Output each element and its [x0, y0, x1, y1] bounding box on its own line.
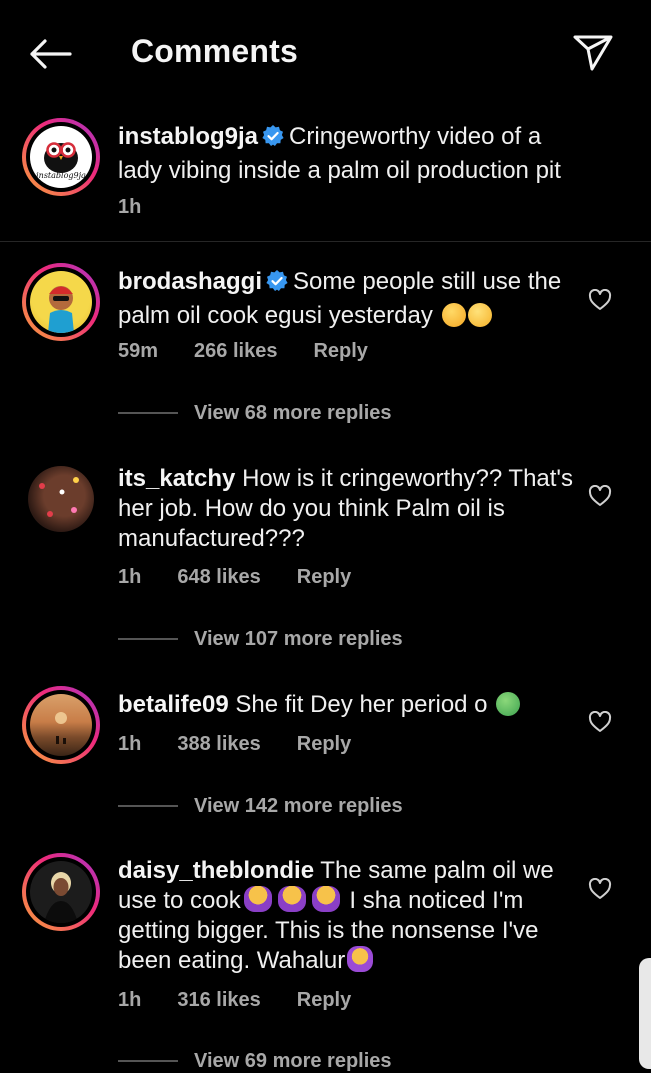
nauseated-face-icon — [496, 692, 521, 716]
woman-facepalming-icon — [243, 886, 272, 912]
avatar-border — [26, 857, 96, 927]
avatar-border — [26, 690, 96, 760]
heart-icon — [588, 711, 612, 732]
sunset-silhouette-icon — [55, 712, 67, 744]
comment-meta: 59m 266 likes Reply — [118, 340, 368, 363]
avatar-betalife09 — [30, 694, 92, 756]
likes-count[interactable]: 388 likes — [177, 733, 260, 756]
comment-text: daisy_theblondie The same palm oil we us… — [118, 856, 576, 976]
view-replies-label: View 107 more replies — [194, 627, 403, 650]
page-title: Comments — [131, 33, 298, 69]
likes-count[interactable]: 648 likes — [177, 566, 260, 589]
avatar-story-ring[interactable] — [22, 686, 100, 764]
heart-icon — [588, 485, 612, 506]
portrait-icon — [44, 872, 78, 923]
view-replies-button[interactable]: View 69 more replies — [118, 1049, 392, 1073]
view-replies-label: View 68 more replies — [194, 401, 392, 424]
username[interactable]: its_katchy — [118, 465, 235, 492]
like-button[interactable] — [586, 286, 614, 314]
timestamp: 59m — [118, 340, 159, 362]
avatar-daisy-theblondie — [30, 861, 92, 923]
woman-frowning-icon — [347, 946, 374, 972]
avatar-border — [26, 267, 96, 337]
tears-of-joy-icon — [467, 303, 492, 327]
avatar-logo-text: instablog9ja — [36, 171, 86, 180]
replies-line — [118, 412, 178, 414]
heart-icon — [588, 878, 612, 899]
reply-button[interactable]: Reply — [297, 566, 351, 589]
reply-button[interactable]: Reply — [313, 340, 367, 363]
avatar-brodashaggi — [30, 271, 92, 333]
like-button[interactable] — [586, 482, 614, 510]
back-button[interactable] — [24, 30, 76, 78]
replies-line — [118, 805, 178, 807]
username[interactable]: betalife09 — [118, 691, 229, 718]
reply-button[interactable]: Reply — [297, 989, 351, 1012]
username[interactable]: instablog9ja — [118, 123, 258, 150]
comment-text: betalife09 She fit Dey her period o — [118, 690, 576, 720]
avatar-story-ring[interactable] — [22, 853, 100, 931]
arrow-left-icon — [30, 39, 72, 69]
comment-meta: 1h 316 likes Reply — [118, 989, 351, 1012]
caption-meta: 1h — [118, 196, 141, 219]
timestamp: 1h — [118, 196, 142, 218]
replies-line — [118, 1060, 178, 1062]
reply-button[interactable]: Reply — [297, 733, 351, 756]
view-replies-button[interactable]: View 142 more replies — [118, 794, 403, 818]
replies-line — [118, 638, 178, 640]
woman-facepalming-icon — [311, 886, 340, 912]
view-replies-label: View 69 more replies — [194, 1049, 392, 1072]
comment-text: brodashaggi Some people still use the pal… — [118, 267, 576, 331]
scrollbar-thumb[interactable] — [639, 958, 651, 1069]
view-replies-button[interactable]: View 107 more replies — [118, 627, 403, 651]
woman-facepalming-icon — [277, 886, 306, 912]
like-button[interactable] — [586, 708, 614, 736]
comment-meta: 1h 388 likes Reply — [118, 733, 351, 756]
share-button[interactable] — [566, 28, 620, 78]
timestamp: 1h — [118, 733, 142, 755]
view-replies-button[interactable]: View 68 more replies — [118, 401, 392, 425]
avatar-its-katchy[interactable] — [28, 466, 94, 532]
avatar-instablog9ja: instablog9ja — [30, 126, 92, 188]
like-button[interactable] — [586, 875, 614, 903]
timestamp: 1h — [118, 566, 142, 588]
comment-meta: 1h 648 likes Reply — [118, 566, 351, 589]
comment-text: its_katchy How is it cringeworthy?? That… — [118, 464, 576, 554]
avatar-story-ring[interactable] — [22, 263, 100, 341]
username[interactable]: daisy_theblondie — [118, 857, 314, 884]
caption-text: instablog9ja Cringeworthy video of a lady… — [118, 122, 576, 186]
likes-count[interactable]: 266 likes — [194, 340, 277, 363]
top-bar: Comments — [0, 0, 651, 108]
cartoon-avatar-icon — [48, 286, 74, 333]
weary-face-icon — [441, 303, 466, 327]
avatar-border: instablog9ja — [26, 122, 96, 192]
post-caption: instablog9ja instablog9ja Cringeworthy vi… — [0, 112, 651, 240]
heart-icon — [588, 289, 612, 310]
avatar-story-ring[interactable]: instablog9ja — [22, 118, 100, 196]
verified-badge-icon — [265, 269, 289, 301]
username[interactable]: brodashaggi — [118, 268, 262, 295]
paper-plane-icon — [573, 35, 613, 71]
view-replies-label: View 142 more replies — [194, 794, 403, 817]
divider — [0, 241, 651, 242]
verified-badge-icon — [261, 124, 285, 156]
face-with-stickers-icon — [39, 477, 79, 517]
likes-count[interactable]: 316 likes — [177, 989, 260, 1012]
timestamp: 1h — [118, 989, 142, 1011]
comment-body: She fit Dey her period o — [235, 691, 488, 718]
